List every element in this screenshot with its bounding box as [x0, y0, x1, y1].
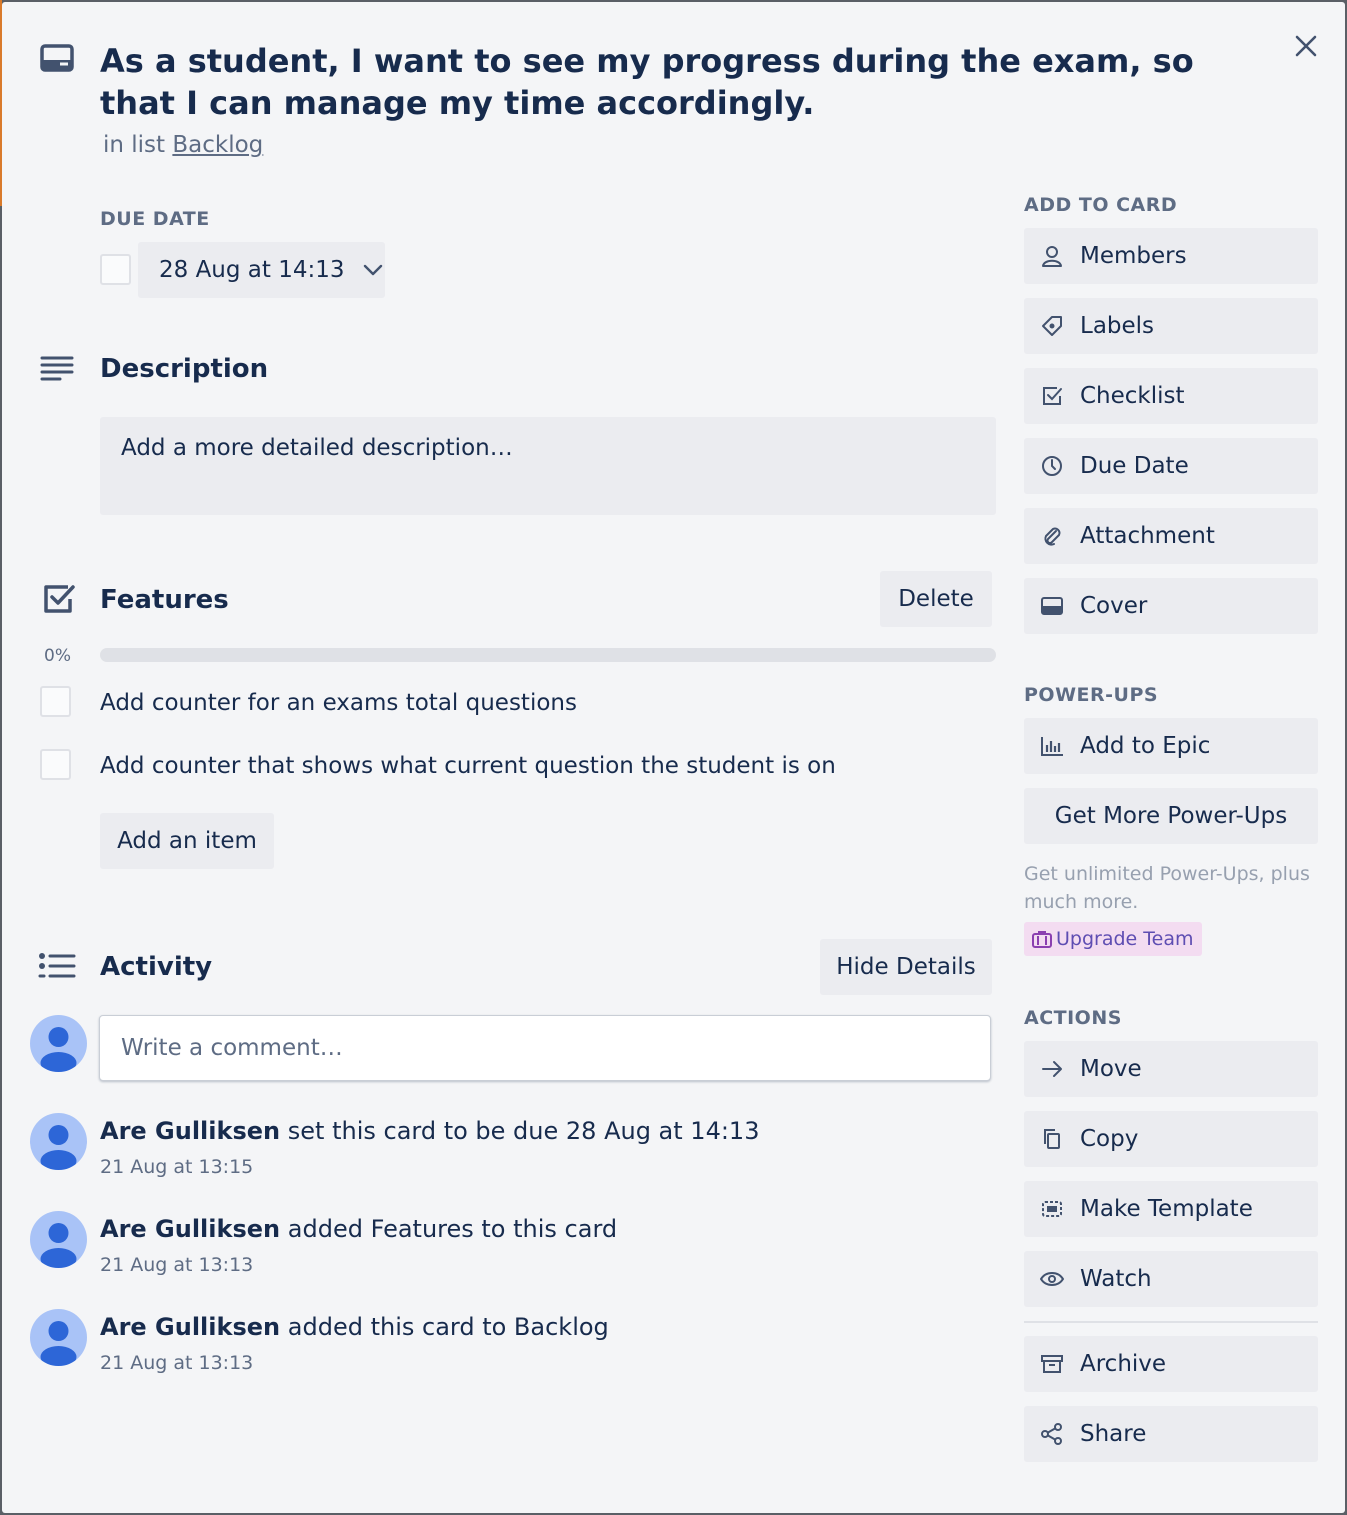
activity-text: added Features to this card: [287, 1215, 618, 1243]
hide-details-button[interactable]: Hide Details: [820, 939, 992, 995]
checklist-item-checkbox[interactable]: [40, 749, 71, 780]
checklist-button[interactable]: Checklist: [1024, 368, 1318, 424]
upgrade-team-button[interactable]: Upgrade Team: [1024, 922, 1202, 956]
get-more-power-ups-button[interactable]: Get More Power-Ups: [1024, 788, 1318, 844]
copy-label: Copy: [1080, 1126, 1139, 1152]
due-date-sidebar-label: Due Date: [1080, 453, 1189, 479]
attachment-label: Attachment: [1080, 523, 1215, 549]
delete-checklist-button[interactable]: Delete: [880, 571, 992, 627]
labels-label: Labels: [1080, 313, 1155, 339]
watch-button[interactable]: Watch: [1024, 1251, 1318, 1307]
list-link[interactable]: Backlog: [172, 132, 263, 158]
get-more-power-ups-label: Get More Power-Ups: [1054, 803, 1288, 829]
share-icon: [1040, 1422, 1064, 1446]
in-list-prefix: in list: [103, 132, 166, 158]
add-checklist-item-button[interactable]: Add an item: [100, 813, 274, 869]
power-ups-label: POWER-UPS: [1024, 684, 1159, 706]
upgrade-team-label: Upgrade Team: [1056, 928, 1194, 950]
power-ups-upsell-text: Get unlimited Power-Ups, plus much more.: [1024, 863, 1310, 913]
activity-entry: Are Gulliksen added Features to this car…: [100, 1215, 617, 1243]
paperclip-icon: [1040, 524, 1064, 548]
avatar[interactable]: [30, 1015, 87, 1072]
arrow-right-icon: [1040, 1057, 1064, 1081]
activity-user[interactable]: Are Gulliksen: [100, 1313, 280, 1341]
card-detail-modal: As a student, I want to see my progress …: [2, 2, 1345, 1513]
clock-icon: [1040, 454, 1064, 478]
activity-text: added this card to Backlog: [287, 1313, 609, 1341]
checklist-item-label[interactable]: Add counter for an exams total questions: [100, 690, 577, 716]
checklist-progress-bar: [100, 648, 996, 662]
avatar[interactable]: [30, 1309, 87, 1366]
cover-button[interactable]: Cover: [1024, 578, 1318, 634]
activity-text: set this card to be due 28 Aug at 14:13: [287, 1117, 760, 1145]
activity-user[interactable]: Are Gulliksen: [100, 1215, 280, 1243]
card-title[interactable]: As a student, I want to see my progress …: [100, 40, 1240, 124]
checklist-item-label[interactable]: Add counter that shows what current ques…: [100, 753, 836, 779]
avatar[interactable]: [30, 1211, 87, 1268]
template-icon: [1040, 1197, 1064, 1221]
move-button[interactable]: Move: [1024, 1041, 1318, 1097]
eye-icon: [1040, 1267, 1064, 1291]
attachment-button[interactable]: Attachment: [1024, 508, 1318, 564]
activity-entry: Are Gulliksen added this card to Backlog: [100, 1313, 609, 1341]
description-icon: [40, 355, 74, 381]
bar-chart-icon: [1040, 734, 1064, 758]
close-icon: [1294, 34, 1318, 58]
activity-timestamp[interactable]: 21 Aug at 13:13: [100, 1254, 253, 1276]
description-heading: Description: [100, 354, 269, 384]
activity-user[interactable]: Are Gulliksen: [100, 1117, 280, 1145]
members-button[interactable]: Members: [1024, 228, 1318, 284]
due-date-label: DUE DATE: [100, 208, 210, 230]
briefcase-icon: [1032, 930, 1052, 948]
in-list-text: in list Backlog: [103, 132, 263, 158]
members-label: Members: [1080, 243, 1187, 269]
activity-heading: Activity: [100, 952, 213, 982]
close-button[interactable]: [1286, 26, 1326, 66]
add-to-card-label: ADD TO CARD: [1024, 194, 1178, 216]
copy-icon: [1040, 1127, 1064, 1151]
avatar[interactable]: [30, 1113, 87, 1170]
due-date-value: 28 Aug at 14:13: [159, 257, 345, 283]
watch-label: Watch: [1080, 1266, 1152, 1292]
archive-label: Archive: [1080, 1351, 1167, 1377]
make-template-button[interactable]: Make Template: [1024, 1181, 1318, 1237]
checklist-item-checkbox[interactable]: [40, 686, 71, 717]
labels-button[interactable]: Labels: [1024, 298, 1318, 354]
activity-timestamp[interactable]: 21 Aug at 13:15: [100, 1156, 253, 1178]
actions-label: ACTIONS: [1024, 1007, 1122, 1029]
activity-entry: Are Gulliksen set this card to be due 28…: [100, 1117, 759, 1145]
activity-timestamp[interactable]: 21 Aug at 13:13: [100, 1352, 253, 1374]
cover-label: Cover: [1080, 593, 1148, 619]
share-label: Share: [1080, 1421, 1147, 1447]
actions-divider: [1024, 1321, 1318, 1323]
share-button[interactable]: Share: [1024, 1406, 1318, 1462]
checklist-icon: [42, 583, 76, 615]
add-to-epic-label: Add to Epic: [1080, 733, 1211, 759]
cover-icon: [1040, 594, 1064, 618]
description-input[interactable]: Add a more detailed description…: [100, 417, 996, 515]
make-template-label: Make Template: [1080, 1196, 1253, 1222]
copy-button[interactable]: Copy: [1024, 1111, 1318, 1167]
due-date-sidebar-button[interactable]: Due Date: [1024, 438, 1318, 494]
due-date-button[interactable]: 28 Aug at 14:13: [138, 242, 385, 298]
due-date-complete-checkbox[interactable]: [100, 254, 131, 285]
person-icon: [1040, 244, 1064, 268]
chevron-down-icon: [363, 264, 383, 276]
move-label: Move: [1080, 1056, 1142, 1082]
archive-icon: [1040, 1352, 1064, 1376]
activity-icon: [38, 952, 76, 980]
comment-input[interactable]: Write a comment…: [99, 1015, 991, 1081]
checklist-progress-percent: 0%: [44, 646, 71, 666]
tag-icon: [1040, 314, 1064, 338]
archive-button[interactable]: Archive: [1024, 1336, 1318, 1392]
checklist-label: Checklist: [1080, 383, 1185, 409]
add-to-epic-button[interactable]: Add to Epic: [1024, 718, 1318, 774]
card-icon: [40, 44, 74, 74]
checklist-heading: Features: [100, 585, 229, 615]
checklist-icon: [1040, 384, 1064, 408]
